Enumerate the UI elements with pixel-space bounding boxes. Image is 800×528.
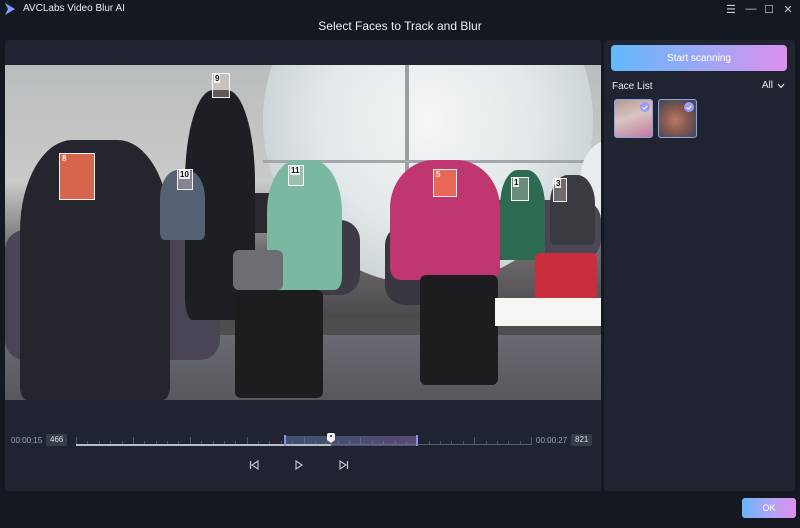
end-time: 00:00:27 [536, 436, 568, 445]
face-box[interactable]: 9 [212, 73, 230, 98]
face-number: 5 [436, 170, 441, 179]
check-icon [640, 102, 650, 112]
start-scanning-button[interactable]: Start scanning [611, 45, 787, 71]
skip-to-end-button[interactable] [337, 458, 351, 472]
close-button[interactable]: ✕ [781, 2, 795, 16]
video-frame[interactable]: 8 9 10 11 5 1 3 [5, 65, 601, 400]
app-title: AVCLabs Video Blur AI [23, 3, 125, 14]
table [495, 298, 601, 326]
luggage [235, 290, 323, 398]
minimize-icon: — [745, 3, 757, 15]
filter-value: All [761, 80, 773, 91]
chevron-down-icon [777, 83, 785, 88]
app-logo-icon [5, 3, 15, 15]
face-list-panel: Start scanning Face List All [604, 40, 795, 491]
skip-to-end-icon [339, 460, 349, 470]
face-filter-dropdown[interactable]: All [762, 80, 785, 91]
face-number: 9 [214, 74, 221, 83]
menu-button[interactable]: ☰ [724, 2, 738, 16]
play-button[interactable] [292, 458, 306, 472]
timeline-track[interactable] [76, 433, 532, 447]
maximize-button[interactable]: ☐ [762, 2, 776, 16]
timeline-tick [531, 437, 532, 445]
face-number: 10 [179, 170, 190, 179]
range-start-handle[interactable] [284, 435, 287, 446]
face-number: 8 [62, 154, 67, 163]
face-list-label: Face List [612, 81, 653, 92]
face-box[interactable]: 1 [511, 177, 529, 201]
playhead[interactable] [326, 433, 335, 443]
face-number: 11 [290, 166, 301, 175]
end-frame: 821 [571, 434, 593, 446]
face-box[interactable]: 3 [553, 178, 567, 202]
range-end-handle[interactable] [416, 435, 419, 446]
face-box[interactable]: 8 [59, 153, 95, 200]
close-icon: ✕ [783, 3, 793, 16]
skip-to-start-button[interactable] [247, 458, 261, 472]
luggage [233, 250, 283, 290]
start-frame: 466 [46, 434, 68, 446]
face-number: 1 [513, 178, 520, 187]
video-panel: 8 9 10 11 5 1 3 00:00:15 466 00:00:27 82… [5, 40, 601, 491]
face-thumbnail-1[interactable] [614, 99, 653, 138]
title-bar: AVCLabs Video Blur AI ☰ — ☐ ✕ [0, 0, 800, 18]
face-box[interactable]: 5 [433, 169, 457, 197]
face-thumbnail-2[interactable] [658, 99, 697, 138]
check-icon [684, 102, 694, 112]
playhead-grip [329, 435, 332, 437]
page-title: Select Faces to Track and Blur [318, 19, 482, 33]
maximize-icon: ☐ [764, 3, 774, 16]
minimize-button[interactable]: — [744, 2, 758, 16]
face-number: 3 [555, 179, 562, 188]
ok-button[interactable]: OK [742, 498, 796, 518]
timeline: 00:00:15 466 00:00:27 821 [5, 433, 601, 449]
start-time: 00:00:15 [11, 436, 43, 445]
hamburger-icon: ☰ [726, 3, 736, 16]
played-progress [76, 444, 331, 446]
luggage [420, 275, 498, 385]
play-icon [295, 460, 303, 470]
face-box[interactable]: 10 [177, 169, 193, 190]
face-box[interactable]: 11 [288, 165, 304, 186]
skip-to-start-icon [249, 460, 259, 470]
person [20, 140, 170, 400]
